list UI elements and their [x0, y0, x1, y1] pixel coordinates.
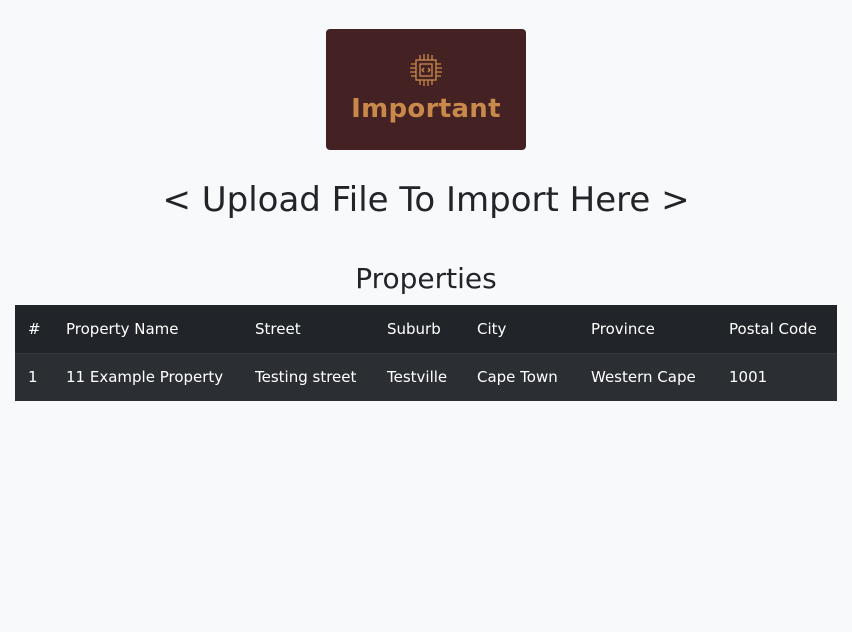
column-header-suburb: Suburb [387, 319, 441, 338]
cell-city: Cape Town [477, 368, 558, 387]
cell-suburb: Testville [387, 368, 448, 387]
upload-heading[interactable]: < Upload File To Import Here > [0, 176, 852, 224]
column-header-street: Street [255, 319, 301, 338]
table-row[interactable]: 1 11 Example Property Testing street Tes… [15, 353, 837, 401]
cell-province: Western Cape [591, 368, 696, 387]
column-header-city: City [477, 319, 507, 338]
column-header-property-name: Property Name [66, 319, 179, 338]
cell-property-name: 11 Example Property [66, 368, 224, 387]
column-header-number: # [28, 319, 41, 338]
properties-table: # Property Name Street Suburb City Provi… [15, 305, 837, 401]
column-header-province: Province [591, 319, 655, 338]
table-header-row: # Property Name Street Suburb City Provi… [15, 305, 837, 353]
column-header-postal-code: Postal Code [729, 319, 817, 338]
logo-text: Important [351, 94, 501, 124]
chip-icon [410, 54, 442, 86]
cell-street: Testing street [255, 368, 357, 387]
cell-postal-code: 1001 [729, 368, 768, 387]
section-title: Properties [355, 262, 497, 295]
cell-number: 1 [28, 368, 38, 387]
page: Important < Upload File To Import Here >… [0, 0, 852, 632]
